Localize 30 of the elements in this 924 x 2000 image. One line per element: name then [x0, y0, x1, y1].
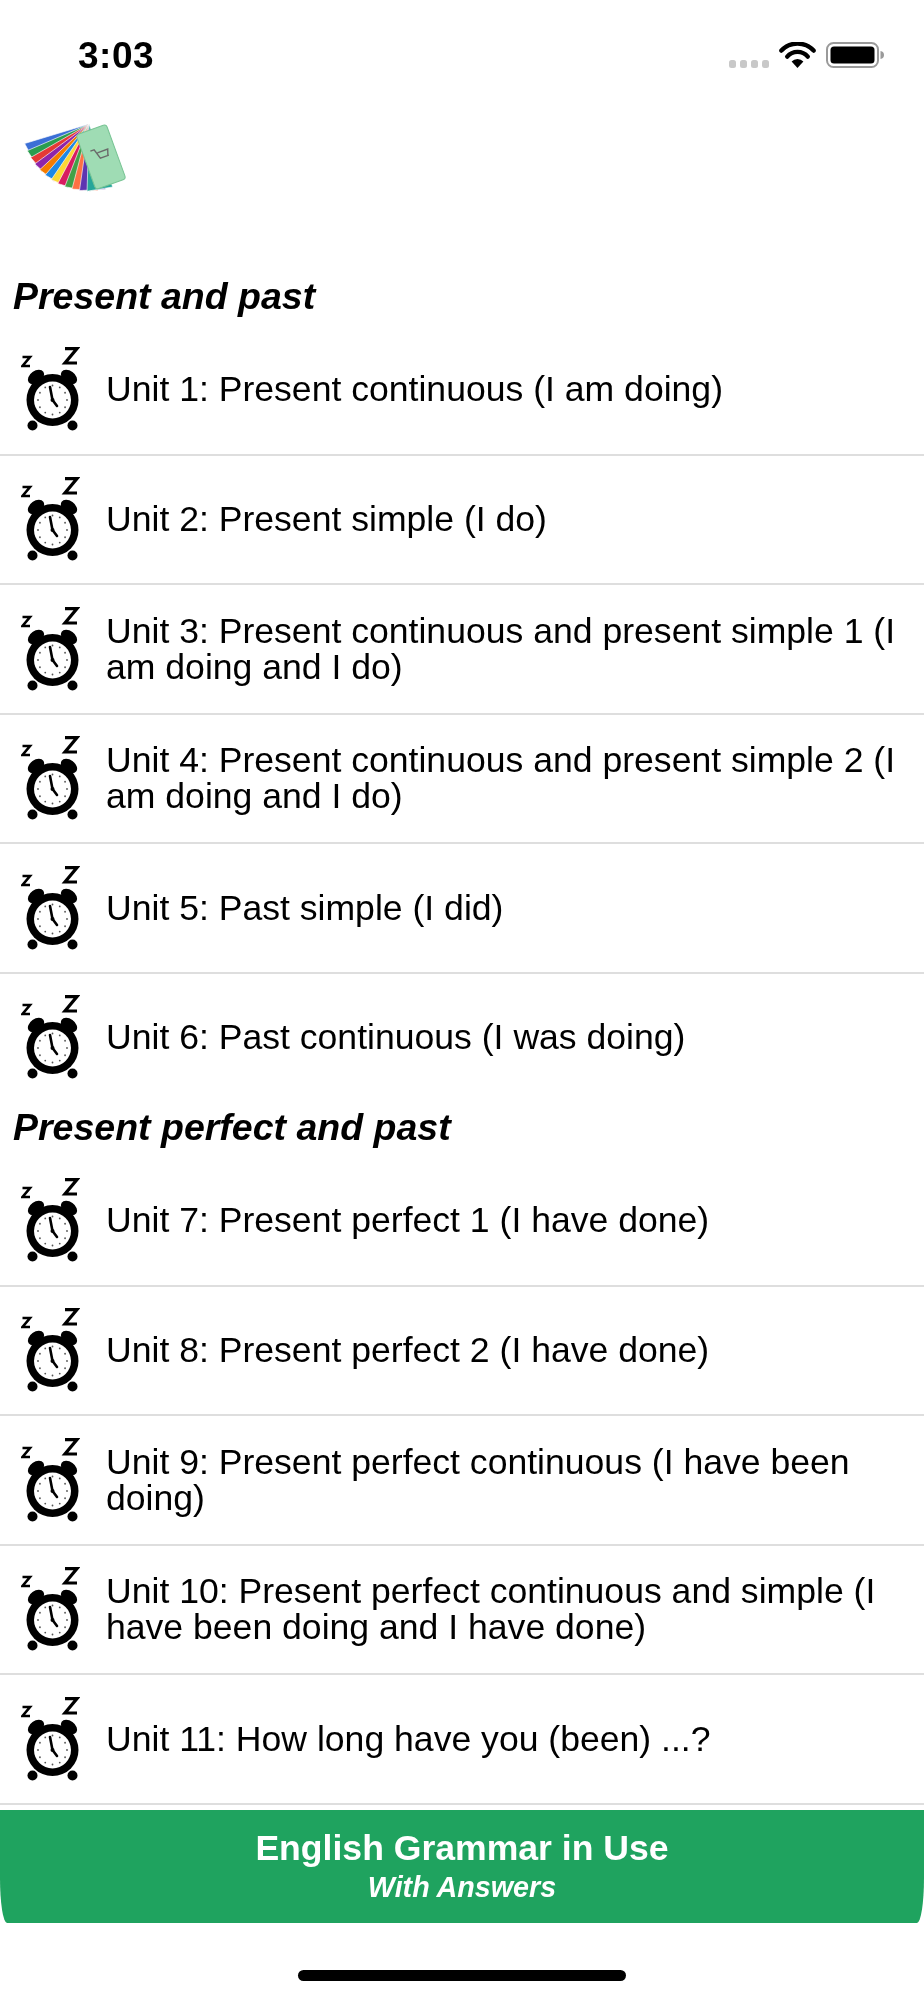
alarm-clock-icon	[21, 1177, 80, 1262]
unit-list-item[interactable]: Unit 11: How long have you (been) ...?	[0, 1673, 924, 1803]
unit-list-item[interactable]: Unit 6: Past continuous (I was doing)	[0, 971, 924, 1101]
alarm-clock-icon	[21, 736, 80, 821]
section-heading: Present perfect and past	[12, 1105, 453, 1151]
unit-list-item[interactable]: Unit 8: Present perfect 2 (I have done)	[0, 1284, 924, 1414]
footer-title: English Grammar in Use	[255, 1828, 669, 1868]
alarm-clock-icon	[21, 1567, 80, 1652]
unit-list-item[interactable]: Unit 4: Present continuous and present simple 2 (I am doing and I do)	[0, 712, 924, 842]
alarm-clock-icon	[21, 346, 80, 431]
unit-list-item[interactable]: Unit 5: Past simple (I did)	[0, 842, 924, 972]
unit-list-item[interactable]: Unit 9: Present perfect continuous (I have been doing)	[0, 1414, 924, 1544]
section-heading: Present and past	[12, 274, 318, 320]
unit-list-item[interactable]: Unit 1: Present continuous (I am doing)	[0, 324, 924, 454]
alarm-clock-icon	[21, 1308, 80, 1393]
alarm-clock-icon	[21, 477, 80, 562]
signal-icon	[729, 60, 769, 68]
alarm-clock-icon	[21, 995, 80, 1080]
unit-list-item[interactable]: Unit 3: Present continuous and present simple 1 (I am doing and I do)	[0, 583, 924, 713]
unit-list-item[interactable]: Unit 7: Present perfect 1 (I have done)	[0, 1155, 924, 1285]
battery-icon	[826, 42, 884, 68]
footer-subtitle: With Answers	[367, 1871, 557, 1904]
unit-list-item[interactable]: Unit 2: Present simple (I do)	[0, 453, 924, 583]
alarm-clock-icon	[21, 606, 80, 691]
alarm-clock-icon	[21, 1696, 80, 1781]
status-time: 3:03	[78, 36, 155, 74]
alarm-clock-icon	[21, 1437, 80, 1522]
alarm-clock-icon	[21, 865, 80, 950]
wifi-icon	[779, 42, 816, 68]
unit-list-item[interactable]: Unit 10: Present perfect continuous and simple (I have been doing and I have done)	[0, 1543, 924, 1673]
